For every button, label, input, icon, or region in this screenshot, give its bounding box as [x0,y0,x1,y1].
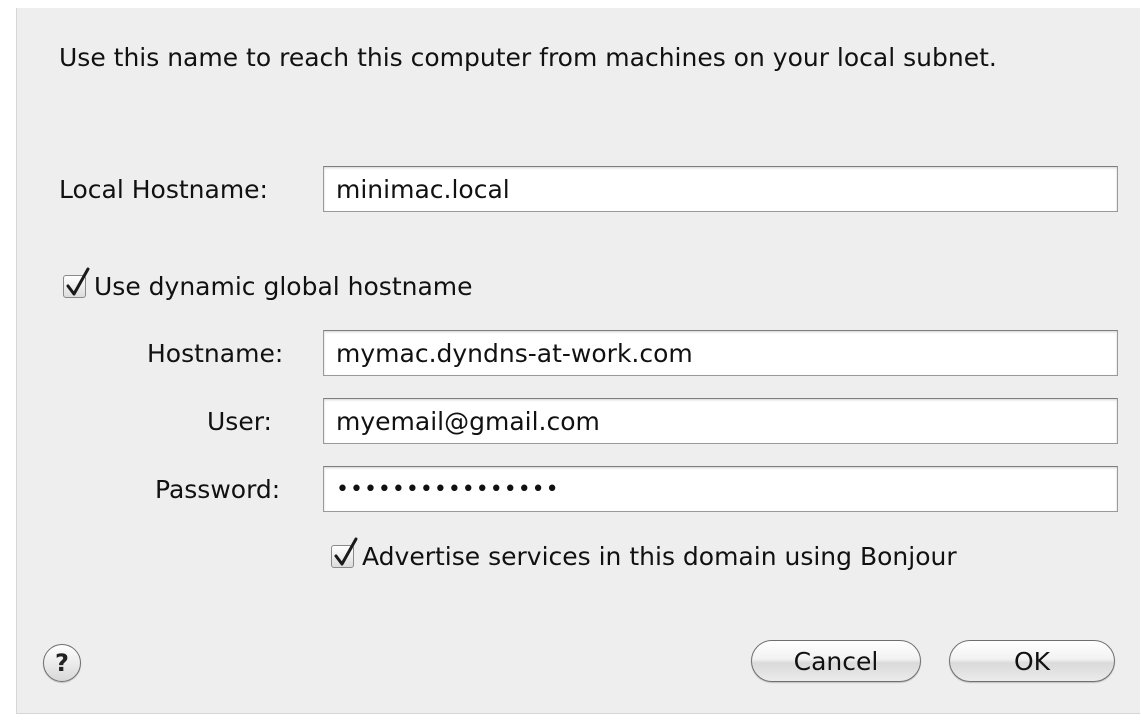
checkmark-icon [66,267,90,295]
user-label: User: [207,407,272,436]
dynamic-hostname-label: Use dynamic global hostname [94,271,473,301]
dialog-sheet: Use this name to reach this computer fro… [0,0,1141,723]
hostname-label: Hostname: [147,339,284,368]
ok-button[interactable]: OK [949,640,1115,682]
bonjour-label: Advertise services in this domain using … [362,541,957,571]
bonjour-checkbox[interactable] [331,537,358,568]
dialog-description: Use this name to reach this computer fro… [59,43,997,72]
local-hostname-label: Local Hostname: [59,175,268,204]
local-hostname-field[interactable] [323,166,1118,212]
dynamic-hostname-checkbox-row[interactable]: Use dynamic global hostname [63,266,473,306]
password-label: Password: [155,475,281,504]
hostname-field[interactable] [323,330,1118,376]
dynamic-hostname-dialog: Use this name to reach this computer fro… [16,8,1140,714]
help-icon: ? [55,649,69,677]
checkmark-icon [334,537,358,565]
help-button[interactable]: ? [43,644,81,682]
user-field[interactable] [323,398,1118,444]
cancel-button[interactable]: Cancel [751,640,921,682]
password-field[interactable] [323,466,1118,512]
dynamic-hostname-checkbox[interactable] [63,267,90,298]
bonjour-checkbox-row[interactable]: Advertise services in this domain using … [331,536,957,576]
